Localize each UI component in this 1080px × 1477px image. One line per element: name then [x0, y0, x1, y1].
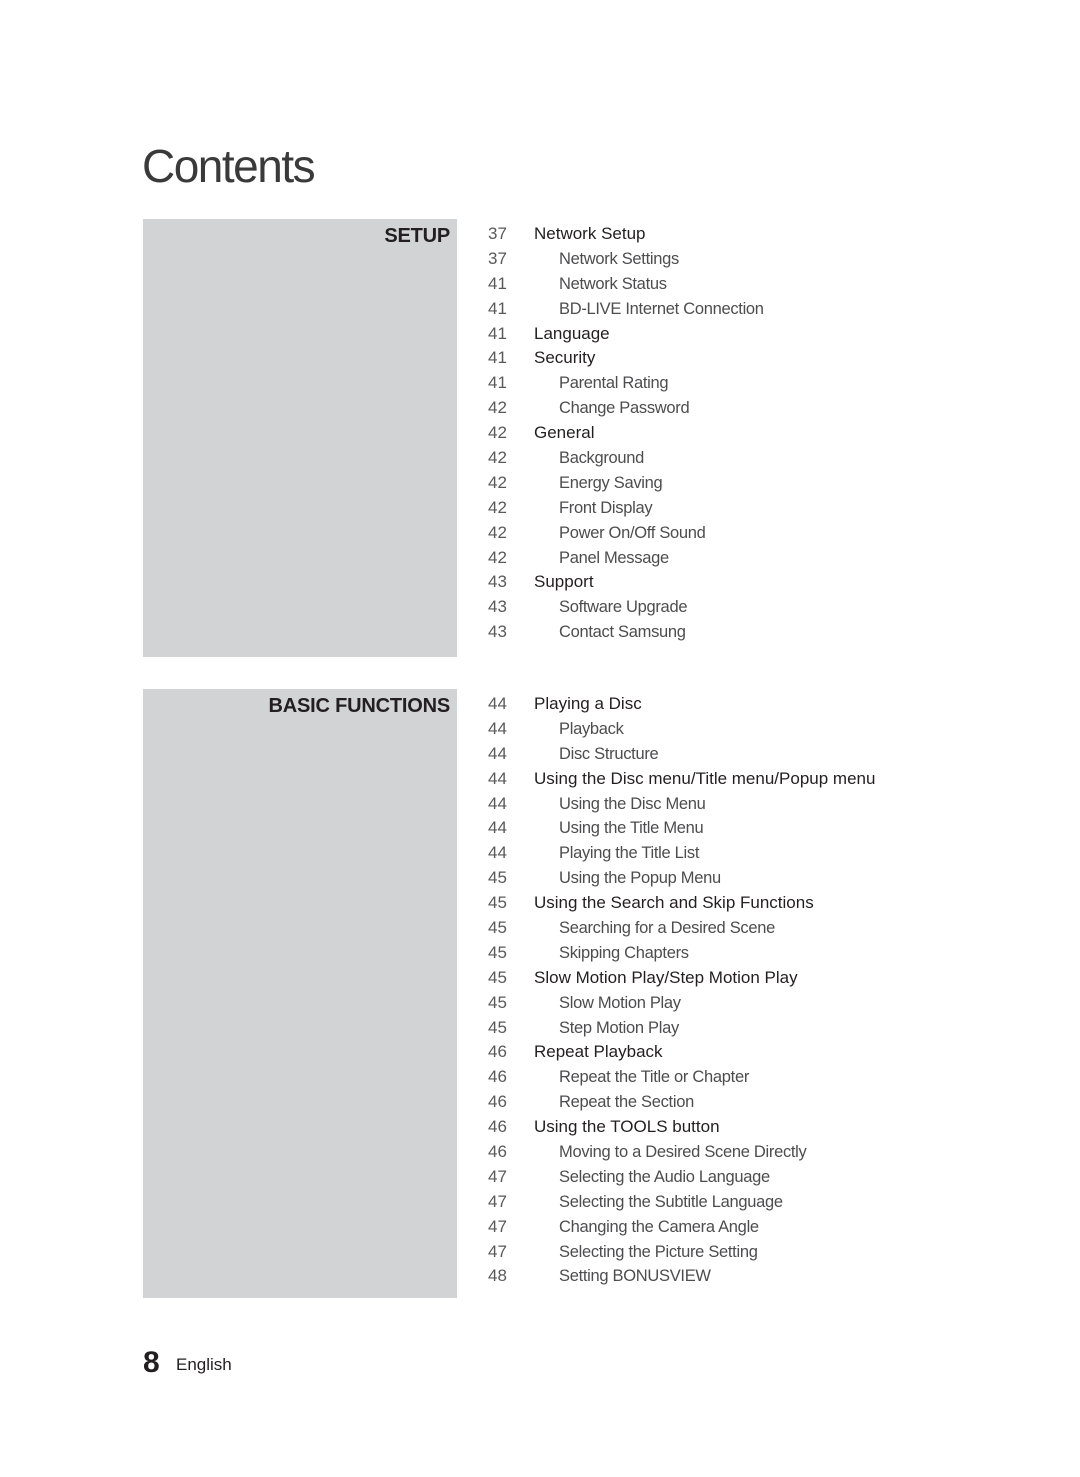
entry-page-number: 37: [488, 248, 507, 268]
entry-title: Panel Message: [559, 548, 669, 567]
entry-page-number: 45: [488, 918, 507, 938]
section-panel: BASIC FUNCTIONS: [143, 689, 457, 1298]
entry-page-number: 43: [488, 572, 507, 592]
entry-page-number: 45: [488, 942, 507, 962]
entry-title: Using the Popup Menu: [559, 869, 721, 888]
entry-title: Using the Search and Skip Functions: [534, 893, 814, 913]
entry-page-number: 41: [488, 323, 507, 343]
entry-title: Change Password: [559, 399, 690, 418]
entry-title: Using the Disc menu/Title menu/Popup men…: [534, 768, 876, 788]
entry-page-number: 44: [488, 768, 507, 788]
entry-page-number: 45: [488, 967, 507, 987]
entry-page-number: 42: [488, 497, 507, 517]
entry-page-number: 44: [488, 694, 507, 713]
entry-page-number: 46: [488, 1092, 507, 1112]
entry-title: Step Motion Play: [559, 1018, 679, 1037]
entry-title: Security: [534, 348, 596, 368]
entry-title: Network Status: [559, 274, 667, 293]
entry-page-number: 47: [488, 1216, 507, 1236]
entry-title: Energy Saving: [559, 473, 663, 492]
entry-page-number: 44: [488, 818, 507, 838]
entry-title: Using the Title Menu: [559, 819, 704, 838]
entry-title: Slow Motion Play: [559, 993, 681, 1012]
entry-title: BD-LIVE Internet Connection: [559, 299, 764, 318]
entry-title: Selecting the Subtitle Language: [559, 1192, 783, 1211]
entry-page-number: 42: [488, 547, 507, 567]
toc-section-basic-functions: BASIC FUNCTIONS 44 Playing a Disc 44 Playba…: [143, 689, 943, 1298]
entry-page-number: 44: [488, 843, 507, 863]
entry-page-number: 42: [488, 448, 507, 468]
entry-page-number: 45: [488, 992, 507, 1012]
entry-page-number: 46: [488, 1042, 507, 1062]
entry-title: Selecting the Audio Language: [559, 1167, 770, 1186]
entry-page-number: 46: [488, 1117, 507, 1137]
entry-title: Support: [534, 572, 594, 592]
entry-page-number: 45: [488, 868, 507, 888]
entry-page-number: 44: [488, 718, 507, 738]
entry-title: Power On/Off Sound: [559, 523, 706, 542]
entry-title: Moving to a Desired Scene Directly: [559, 1143, 807, 1162]
entry-title: Skipping Chapters: [559, 943, 689, 962]
entry-title: Network Setup: [534, 224, 646, 243]
entry-title: Slow Motion Play/Step Motion Play: [534, 967, 798, 987]
entry-page-number: 48: [488, 1266, 507, 1286]
entry-title: Network Settings: [559, 249, 679, 268]
section-label: SETUP: [384, 225, 450, 247]
entry-title: General: [534, 423, 595, 443]
entry-title: Software Upgrade: [559, 598, 688, 617]
entry-title: Repeat the Section: [559, 1093, 694, 1112]
entry-page-number: 47: [488, 1166, 507, 1186]
entry-page-number: 47: [488, 1191, 507, 1211]
entry-title: Changing the Camera Angle: [559, 1217, 759, 1236]
entry-title: Disc Structure: [559, 744, 659, 763]
entry-title: Using the TOOLS button: [534, 1117, 720, 1137]
entry-page-number: 43: [488, 597, 507, 617]
toc-section-setup: SETUP 37 Network Setup 37 Network Settings 4…: [143, 219, 943, 657]
entry-page-number: 41: [488, 373, 507, 393]
entry-page-number: 41: [488, 273, 507, 293]
entry-page-number: 46: [488, 1067, 507, 1087]
entry-page-number: 37: [488, 224, 507, 243]
entry-title: Using the Disc Menu: [559, 794, 706, 813]
entry-page-number: 42: [488, 423, 507, 443]
entry-title: Language: [534, 323, 610, 343]
entry-page-number: 41: [488, 298, 507, 318]
entry-title: Repeat the Title or Chapter: [559, 1068, 750, 1087]
section-panel: SETUP: [143, 219, 457, 657]
section-label: BASIC FUNCTIONS: [268, 695, 451, 717]
entry-page-number: 42: [488, 398, 507, 418]
entry-title: Front Display: [559, 498, 653, 517]
entry-title: Setting BONUSVIEW: [559, 1267, 711, 1286]
entry-title: Selecting the Picture Setting: [559, 1242, 758, 1261]
entry-page-number: 44: [488, 793, 507, 813]
entry-page-number: 43: [488, 622, 507, 642]
entry-title: Playing a Disc: [534, 694, 642, 713]
entry-page-number: 45: [488, 1017, 507, 1037]
entry-page-number: 46: [488, 1142, 507, 1162]
page-title: Contents: [142, 140, 316, 192]
entry-page-number: 41: [488, 348, 507, 368]
entry-title: Playing the Title List: [559, 844, 700, 863]
entry-title: Parental Rating: [559, 374, 669, 393]
entry-page-number: 45: [488, 893, 507, 913]
entry-page-number: 42: [488, 472, 507, 492]
entry-title: Contact Samsung: [559, 623, 686, 642]
entry-title: Playback: [559, 719, 624, 738]
entry-title: Background: [559, 449, 645, 468]
entry-title: Repeat Playback: [534, 1042, 663, 1062]
entry-title: Searching for a Desired Scene: [559, 919, 776, 938]
entry-page-number: 44: [488, 743, 507, 763]
entry-page-number: 47: [488, 1241, 507, 1261]
entry-page-number: 42: [488, 522, 507, 542]
page-number: 8: [143, 1346, 160, 1379]
footer-language: English: [176, 1355, 232, 1374]
